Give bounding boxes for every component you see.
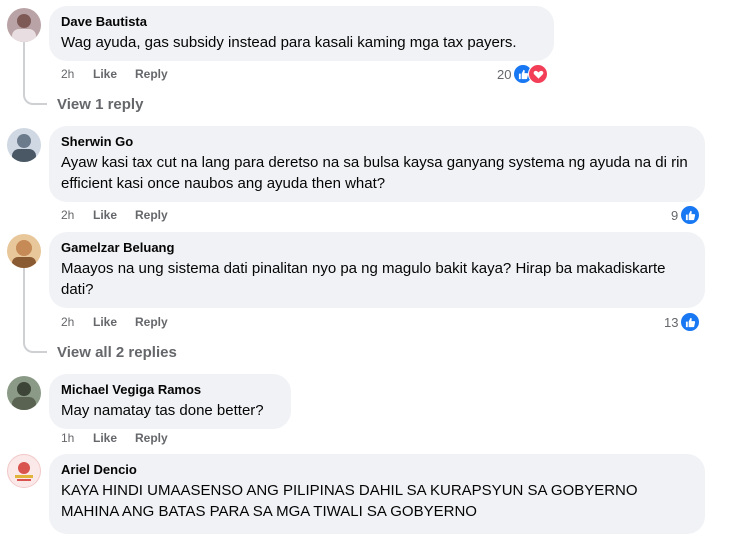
- comment-text: May namatay tas done better?: [61, 402, 264, 419]
- comment-time[interactable]: 2h: [61, 67, 93, 81]
- like-button[interactable]: Like: [93, 431, 135, 445]
- avatar-image: [12, 382, 36, 410]
- avatar[interactable]: [7, 234, 41, 268]
- comment-author[interactable]: Dave Bautista: [61, 14, 542, 30]
- comment-bubble: Sherwin Go Ayaw kasi tax cut na lang par…: [49, 126, 705, 202]
- comment-author[interactable]: Ariel Dencio: [61, 462, 693, 478]
- comment-author[interactable]: Michael Vegiga Ramos: [61, 382, 279, 398]
- comment-bubble: Ariel Dencio KAYA HINDI UMAASENSO ANG PI…: [49, 454, 705, 534]
- thread-elbow: [23, 88, 47, 105]
- reply-button[interactable]: Reply: [135, 208, 168, 222]
- thread-line: [23, 268, 25, 338]
- thread-elbow: [23, 336, 47, 353]
- comment-bubble: Michael Vegiga Ramos May namatay tas don…: [49, 374, 291, 429]
- comment-text: Maayos na ung sistema dati pinalitan nyo…: [61, 260, 666, 298]
- view-replies-link[interactable]: View all 2 replies: [57, 344, 177, 361]
- comment-actions: 2h Like Reply: [61, 315, 168, 329]
- comment-author[interactable]: Sherwin Go: [61, 134, 693, 150]
- avatar[interactable]: [7, 376, 41, 410]
- like-icon: [680, 205, 701, 225]
- avatar[interactable]: [7, 8, 41, 42]
- comment-time[interactable]: 2h: [61, 208, 93, 222]
- comment-text: KAYA HINDI UMAASENSO ANG PILIPINAS DAHIL…: [61, 482, 638, 520]
- avatar-image: [12, 14, 36, 42]
- reply-button[interactable]: Reply: [135, 315, 168, 329]
- reply-button[interactable]: Reply: [135, 67, 168, 81]
- reaction-summary[interactable]: 20: [497, 64, 549, 84]
- reply-button[interactable]: Reply: [135, 431, 168, 445]
- comment-time[interactable]: 2h: [61, 315, 93, 329]
- comment-bubble: Gamelzar Beluang Maayos na ung sistema d…: [49, 232, 705, 308]
- avatar[interactable]: [7, 128, 41, 162]
- reaction-summary[interactable]: 9: [671, 205, 701, 225]
- view-replies-link[interactable]: View 1 reply: [57, 96, 143, 113]
- love-icon: [528, 64, 549, 84]
- comment-author[interactable]: Gamelzar Beluang: [61, 240, 693, 256]
- comment-text: Wag ayuda, gas subsidy instead para kasa…: [61, 34, 517, 51]
- avatar-image: [12, 240, 36, 268]
- avatar[interactable]: [7, 454, 41, 488]
- comment-actions: 2h Like Reply: [61, 208, 168, 222]
- avatar-image: [12, 134, 36, 162]
- comment-time[interactable]: 1h: [61, 431, 93, 445]
- like-icon: [680, 312, 701, 332]
- comment-actions: 1h Like Reply: [61, 431, 168, 445]
- like-button[interactable]: Like: [93, 67, 135, 81]
- reaction-count: 9: [671, 207, 679, 223]
- comment-actions: 2h Like Reply: [61, 67, 168, 81]
- thread-line: [23, 42, 25, 90]
- like-button[interactable]: Like: [93, 315, 135, 329]
- reaction-summary[interactable]: 13: [664, 312, 701, 332]
- like-button[interactable]: Like: [93, 208, 135, 222]
- reaction-count: 20: [497, 66, 512, 82]
- comment-text: Ayaw kasi tax cut na lang para deretso n…: [61, 154, 688, 192]
- comment-bubble: Dave Bautista Wag ayuda, gas subsidy ins…: [49, 6, 554, 61]
- reaction-count: 13: [664, 314, 679, 330]
- avatar-image: [15, 462, 33, 481]
